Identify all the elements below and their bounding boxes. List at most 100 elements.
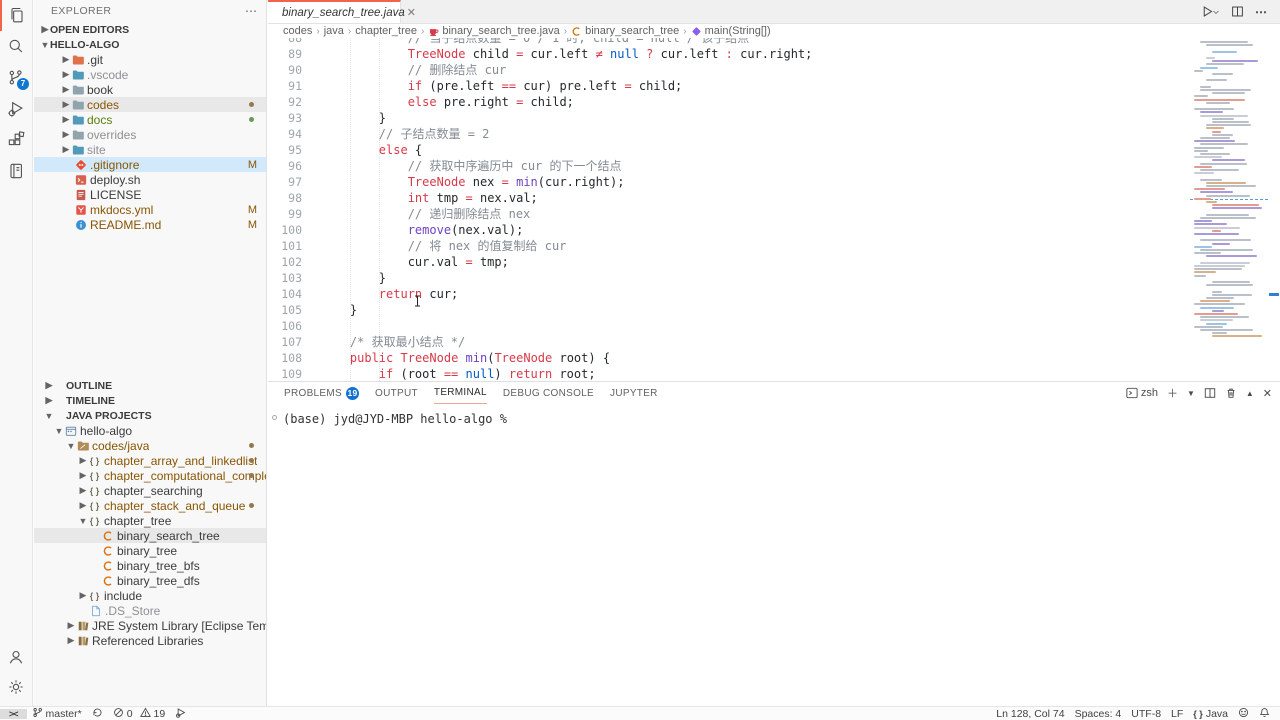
more-actions-icon[interactable]: ⋯ bbox=[1255, 5, 1268, 19]
tree-item-jresystemlibraryeclipsetemurin1717....[interactable]: ▶JRE System Library [Eclipse Temurin 17 … bbox=[34, 618, 266, 633]
code-line-102[interactable]: 102 cur.val = tmp; bbox=[268, 254, 1190, 270]
panel-tab-problems[interactable]: PROBLEMS19 bbox=[284, 382, 359, 404]
tree-item-chapter_stack_and_queue[interactable]: ▶{ }chapter_stack_and_queue bbox=[34, 498, 266, 513]
activity-notebook-icon[interactable] bbox=[0, 155, 32, 186]
code-line-109[interactable]: 109 if (root == null) return root; bbox=[268, 366, 1190, 381]
root-folder-section[interactable]: ▼ HELLO-ALGO bbox=[34, 37, 266, 52]
code-line-91[interactable]: 91 if (pre.left == cur) pre.left = child… bbox=[268, 78, 1190, 94]
code-line-97[interactable]: 97 TreeNode nex = min(cur.right); bbox=[268, 174, 1190, 190]
outline-section[interactable]: ▶ OUTLINE bbox=[34, 378, 266, 393]
more-actions-icon[interactable]: ⋯ bbox=[245, 4, 258, 18]
tree-item-hello-algo[interactable]: ▼hello-algo bbox=[34, 423, 266, 438]
panel-tab-debug-console[interactable]: DEBUG CONSOLE bbox=[503, 382, 594, 404]
code-line-107[interactable]: 107 /* 获取最小结点 */ bbox=[268, 334, 1190, 350]
activity-account-icon[interactable] bbox=[0, 642, 32, 672]
tree-item-codesjava[interactable]: ▼codes/java bbox=[34, 438, 266, 453]
eol[interactable]: LF bbox=[1166, 707, 1188, 720]
activity-settings-icon[interactable] bbox=[0, 672, 32, 702]
terminal-profile[interactable]: zsh bbox=[1126, 387, 1158, 399]
code-line-99[interactable]: 99 // 递归删除结点 nex bbox=[268, 206, 1190, 222]
minimap[interactable] bbox=[1190, 38, 1268, 381]
tree-item-chapter_computational_complexity[interactable]: ▶{ }chapter_computational_complexity bbox=[34, 468, 266, 483]
tree-item-include[interactable]: ▶{ }include bbox=[34, 588, 266, 603]
code-line-98[interactable]: 98 int tmp = nex.val; bbox=[268, 190, 1190, 206]
feedback-button[interactable] bbox=[1233, 707, 1254, 720]
language-mode[interactable]: { }Java bbox=[1188, 707, 1233, 720]
run-button[interactable] bbox=[1201, 5, 1220, 18]
breadcrumb-item[interactable]: chapter_tree bbox=[355, 25, 417, 37]
kill-terminal-icon[interactable] bbox=[1225, 387, 1237, 399]
activity-extensions-icon[interactable] bbox=[0, 124, 32, 155]
activity-explorer-icon[interactable] bbox=[0, 0, 32, 31]
activity-run-debug-icon[interactable] bbox=[0, 93, 32, 124]
tree-item-binary_tree_dfs[interactable]: binary_tree_dfs bbox=[34, 573, 266, 588]
open-editors-section[interactable]: ▶ OPEN EDITORS bbox=[34, 22, 266, 37]
code-line-103[interactable]: 103 } bbox=[268, 270, 1190, 286]
scrollbar[interactable] bbox=[1268, 38, 1280, 381]
tree-item-deploy.sh[interactable]: deploy.sh bbox=[34, 172, 266, 187]
code-line-88[interactable]: 88 // 当子结点数量 = 0 / 1 时, child = null / 该… bbox=[268, 38, 1190, 46]
tree-item-license[interactable]: LICENSE bbox=[34, 187, 266, 202]
tree-item-chapter_tree[interactable]: ▼{ }chapter_tree bbox=[34, 513, 266, 528]
timeline-section[interactable]: ▶ TIMELINE bbox=[34, 393, 266, 408]
tree-item-docs[interactable]: ▶docs bbox=[34, 112, 266, 127]
tree-item-chapter_searching[interactable]: ▶{ }chapter_searching bbox=[34, 483, 266, 498]
tab-binary-search-tree[interactable]: binary_search_tree.java ✕ bbox=[268, 0, 401, 23]
git-branch-status[interactable]: master* bbox=[27, 707, 87, 720]
panel-tab-output[interactable]: OUTPUT bbox=[375, 382, 418, 404]
tree-item-site[interactable]: ▶site bbox=[34, 142, 266, 157]
breadcrumb-item[interactable]: binary_search_tree bbox=[571, 25, 679, 37]
panel-tab-terminal[interactable]: TERMINAL bbox=[434, 382, 487, 404]
run-status[interactable] bbox=[170, 707, 191, 720]
panel-tab-jupyter[interactable]: JUPYTER bbox=[610, 382, 658, 404]
encoding[interactable]: UTF-8 bbox=[1126, 707, 1166, 720]
sync-button[interactable] bbox=[87, 707, 108, 720]
code-line-90[interactable]: 90 // 删除结点 cur bbox=[268, 62, 1190, 78]
code-line-106[interactable]: 106 bbox=[268, 318, 1190, 334]
tree-item-binary_tree[interactable]: binary_tree bbox=[34, 543, 266, 558]
java-projects-section[interactable]: ▼ JAVA PROJECTS bbox=[34, 408, 266, 423]
code-line-105[interactable]: 105 } bbox=[268, 302, 1190, 318]
problems-status[interactable]: 019 bbox=[108, 707, 171, 720]
chevron-down-icon[interactable]: ▼ bbox=[1187, 389, 1195, 398]
code-line-89[interactable]: 89 TreeNode child = cur.left ≠ null ? cu… bbox=[268, 46, 1190, 62]
breadcrumb-item[interactable]: java bbox=[324, 25, 344, 37]
breadcrumb-item[interactable]: main(String[]) bbox=[691, 25, 771, 37]
tree-item-chapter_array_and_linkedlist[interactable]: ▶{ }chapter_array_and_linkedlist bbox=[34, 453, 266, 468]
code-line-95[interactable]: 95 else { bbox=[268, 142, 1190, 158]
notifications-button[interactable] bbox=[1254, 707, 1280, 720]
terminal[interactable]: (base) jyd@JYD-MBP hello-algo % bbox=[268, 404, 1280, 706]
tree-item-.gitignore[interactable]: .gitignoreM bbox=[34, 157, 266, 172]
cursor-position[interactable]: Ln 128, Col 74 bbox=[991, 707, 1069, 720]
code-line-96[interactable]: 96 // 获取中序遍历中 cur 的下一个结点 bbox=[268, 158, 1190, 174]
close-panel-icon[interactable]: ✕ bbox=[1263, 387, 1272, 400]
code-line-93[interactable]: 93 } bbox=[268, 110, 1190, 126]
tree-item-mkdocs.yml[interactable]: mkdocs.ymlM bbox=[34, 202, 266, 217]
new-terminal-button[interactable]: ＋ bbox=[1167, 385, 1178, 401]
tree-item-overrides[interactable]: ▶overrides bbox=[34, 127, 266, 142]
code-line-94[interactable]: 94 // 子结点数量 = 2 bbox=[268, 126, 1190, 142]
tree-item-.git[interactable]: ▶.git bbox=[34, 52, 266, 67]
code-line-104[interactable]: 104 return cur; bbox=[268, 286, 1190, 302]
maximize-panel-icon[interactable]: ▲ bbox=[1246, 389, 1254, 398]
remote-indicator[interactable]: >< bbox=[0, 707, 27, 720]
tree-item-binary_tree_bfs[interactable]: binary_tree_bfs bbox=[34, 558, 266, 573]
breadcrumb-item[interactable]: binary_search_tree.java bbox=[428, 25, 559, 37]
tree-item-readme.md[interactable]: README.mdM bbox=[34, 217, 266, 232]
tree-item-book[interactable]: ▶book bbox=[34, 82, 266, 97]
tree-item-binary_search_tree[interactable]: binary_search_tree bbox=[34, 528, 266, 543]
code-line-108[interactable]: 108 public TreeNode min(TreeNode root) { bbox=[268, 350, 1190, 366]
close-icon[interactable]: ✕ bbox=[405, 6, 418, 19]
tree-item-codes[interactable]: ▶codes bbox=[34, 97, 266, 112]
breadcrumb-item[interactable]: codes bbox=[283, 25, 312, 37]
tree-item-referencedlibraries[interactable]: ▶Referenced Libraries bbox=[34, 633, 266, 648]
code-line-101[interactable]: 101 // 将 nex 的值复制给 cur bbox=[268, 238, 1190, 254]
code-editor[interactable]: 88 // 当子结点数量 = 0 / 1 时, child = null / 该… bbox=[268, 38, 1280, 381]
tree-item-.vscode[interactable]: ▶.vscode bbox=[34, 67, 266, 82]
tree-item-.ds_store[interactable]: .DS_Store bbox=[34, 603, 266, 618]
activity-search-icon[interactable] bbox=[0, 31, 32, 62]
indentation[interactable]: Spaces: 4 bbox=[1070, 707, 1127, 720]
code-line-100[interactable]: 100 remove(nex.val); bbox=[268, 222, 1190, 238]
activity-source-control-icon[interactable]: 7 bbox=[0, 62, 32, 93]
code-line-92[interactable]: 92 else pre.right = child; bbox=[268, 94, 1190, 110]
